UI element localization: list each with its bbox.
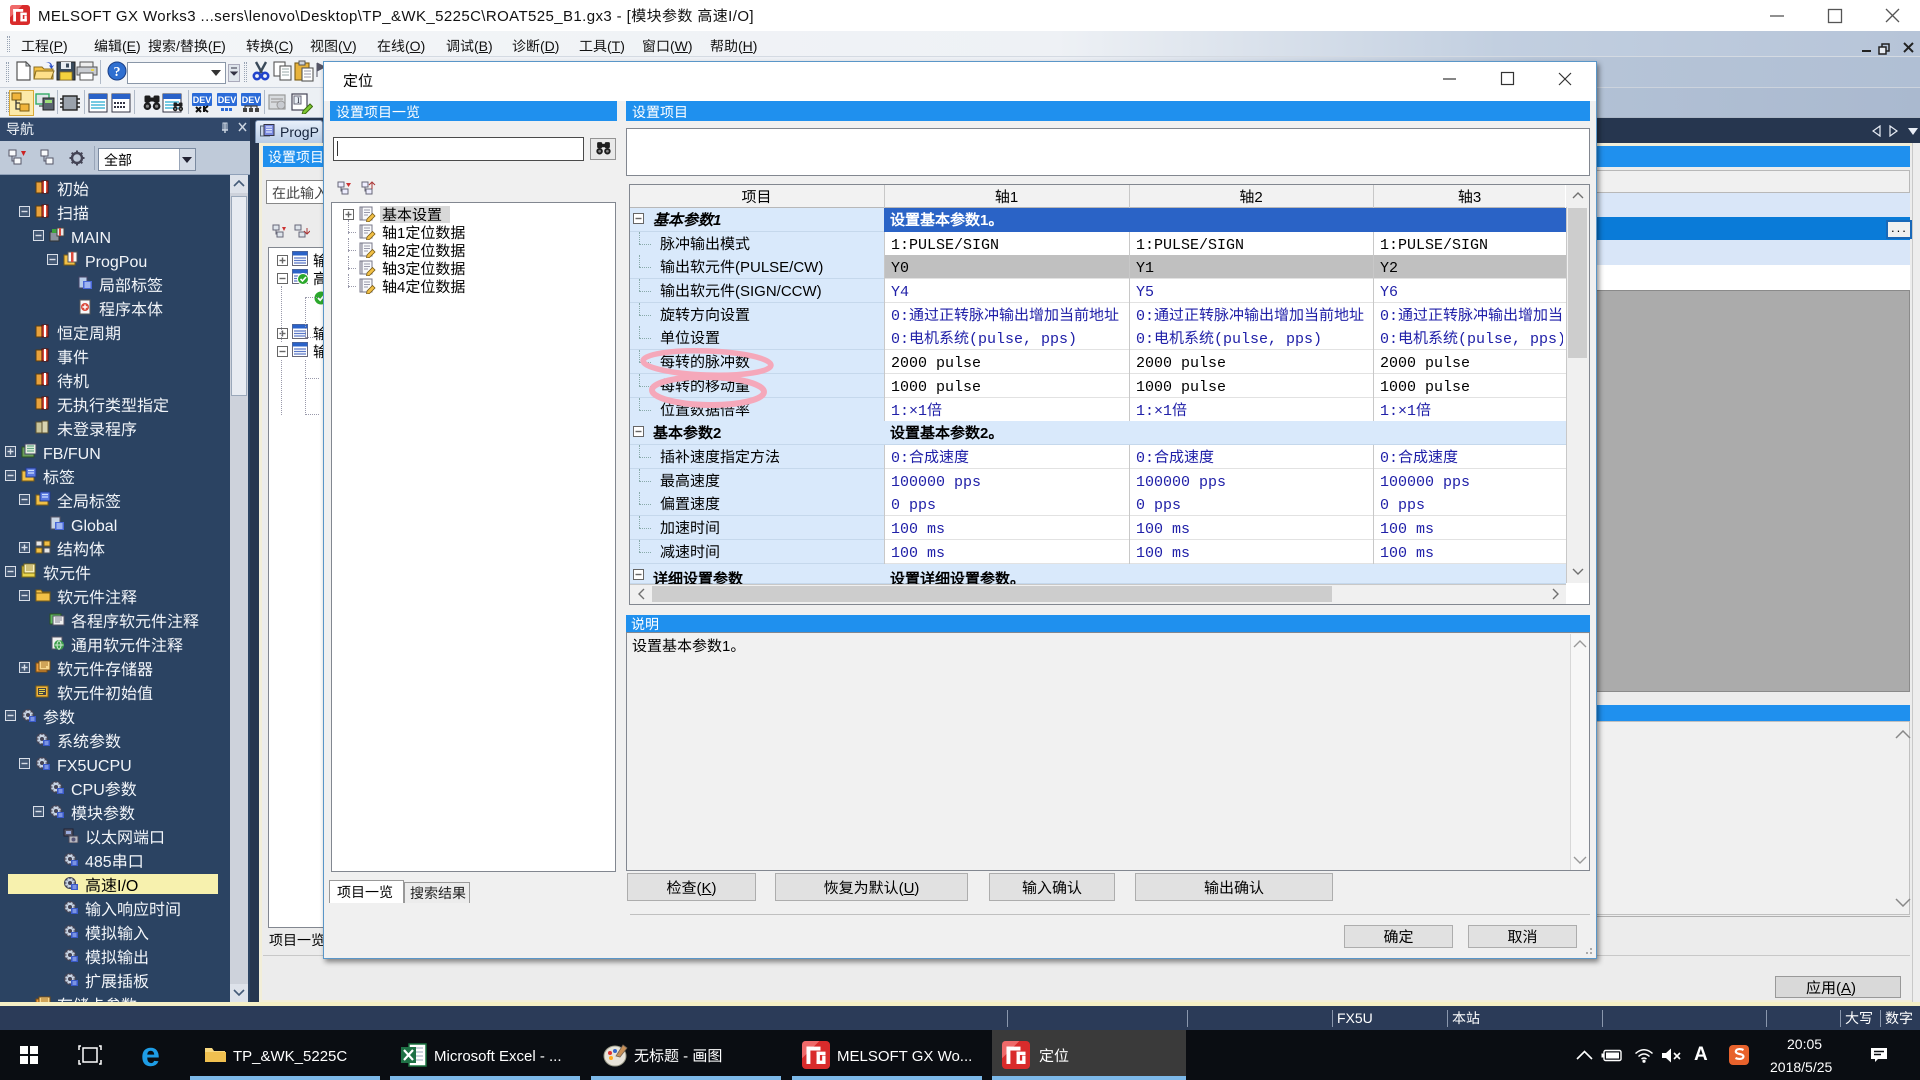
svg-text:DEV: DEV — [193, 95, 212, 105]
svg-text:DEV: DEV — [218, 95, 237, 105]
svg-text:I: I — [297, 96, 300, 105]
svg-text:DEV: DEV — [242, 95, 261, 105]
svg-text:?: ? — [114, 65, 121, 80]
